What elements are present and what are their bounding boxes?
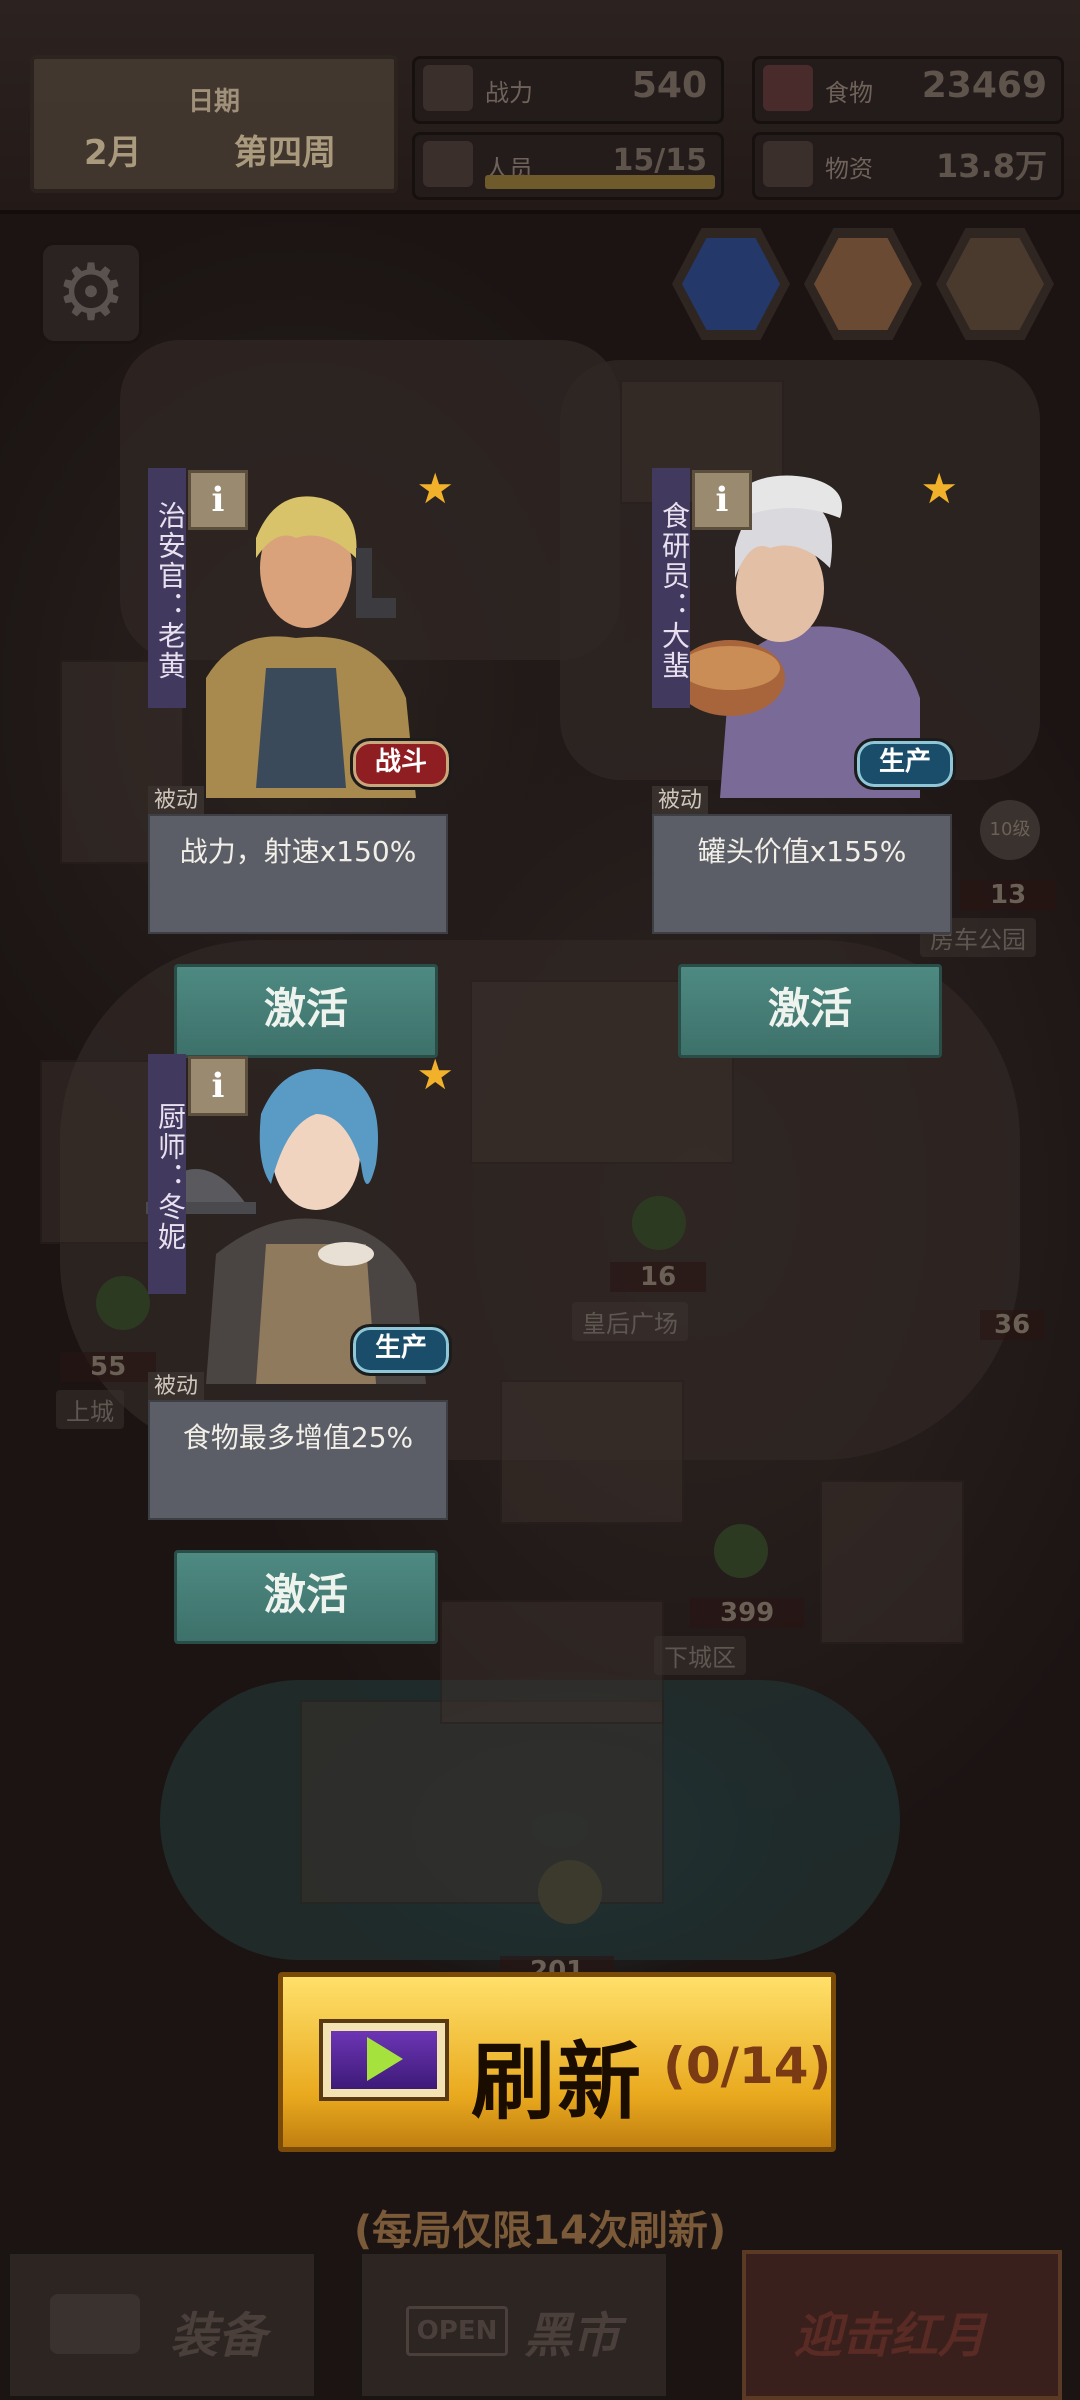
info-icon[interactable]: i	[188, 470, 248, 530]
equipment-label: 装备	[170, 2308, 267, 2364]
week-value: 第四周	[234, 133, 336, 173]
activate-button[interactable]: 激活	[174, 964, 438, 1058]
hero-name: 食研员：大蜚	[652, 468, 691, 708]
person-icon	[423, 141, 473, 187]
flag-icon[interactable]	[538, 1860, 602, 1924]
settings-gear-icon[interactable]: ⚙	[40, 242, 142, 344]
skill-description: 战力，射速x150%	[148, 814, 448, 934]
refresh-label: 刷新	[471, 2033, 644, 2131]
refresh-limit-note: (每局仅限14次刷新)	[353, 2208, 727, 2254]
month-value: 2月	[84, 133, 142, 173]
date-panel: 日期 2月 第四周	[30, 55, 398, 193]
combat-icon	[423, 65, 473, 111]
skill-description: 罐头价值x155%	[652, 814, 952, 934]
hero-name: 治安官：老黄	[148, 468, 187, 708]
red-moon-label: 迎击红月	[794, 2308, 987, 2364]
supplies-icon	[763, 141, 813, 187]
top-status-bar: 日期 2月 第四周 战力 540 食物 23469 人员 15/15 物资 13…	[0, 0, 1080, 214]
refresh-count: (0/14)	[663, 2037, 832, 2095]
passive-label: 被动	[148, 786, 205, 816]
black-market-label: 黑市	[524, 2308, 621, 2364]
activate-button[interactable]: 激活	[678, 964, 942, 1058]
map-count-queens-plaza: 16	[610, 1262, 707, 1292]
meat-icon	[763, 65, 813, 111]
star-icon: ★	[920, 464, 958, 513]
info-icon[interactable]: i	[188, 1056, 248, 1116]
info-icon[interactable]: i	[692, 470, 752, 530]
food-value: 23469	[921, 65, 1047, 106]
map-count-rv-park: 13	[960, 880, 1057, 910]
date-label: 日期	[187, 87, 240, 117]
zombie-icon[interactable]	[96, 1276, 150, 1330]
red-moon-button[interactable]: 迎击红月	[742, 2250, 1062, 2400]
food-label: 食物	[825, 79, 873, 107]
food-stat: 食物 23469	[752, 56, 1064, 124]
passive-label: 被动	[148, 1372, 205, 1402]
open-sign-icon: OPEN	[406, 2306, 508, 2356]
passive-label: 被动	[652, 786, 709, 816]
equipment-button[interactable]: 装备	[6, 2250, 318, 2400]
staff-value: 15/15	[612, 143, 707, 178]
hero-card: 食研员：大蜚 i ★ 生产 被动 罐头价值x155% 激活	[650, 464, 960, 1068]
map-count-east: 36	[980, 1310, 1045, 1340]
supplies-stat: 物资 13.8万	[752, 132, 1064, 200]
production-tag-badge: 生产	[854, 738, 956, 790]
star-icon: ★	[416, 1050, 454, 1099]
activate-button[interactable]: 激活	[174, 1550, 438, 1644]
combat-stat: 战力 540	[412, 56, 724, 124]
flag-badge[interactable]: 10级	[980, 800, 1040, 860]
combat-label: 战力	[485, 79, 533, 107]
combat-tag-badge: 战斗	[350, 738, 452, 790]
map-label-queens-plaza[interactable]: 皇后广场	[572, 1302, 688, 1341]
map-label-lower-city[interactable]: 下城区	[654, 1636, 746, 1675]
combat-value: 540	[631, 65, 707, 106]
map-label-upper-city[interactable]: 上城	[56, 1390, 124, 1429]
staff-stat: 人员 15/15	[412, 132, 724, 200]
video-play-icon	[319, 2019, 449, 2101]
map-count-upper-city: 55	[60, 1352, 157, 1382]
black-market-button[interactable]: OPEN 黑市	[358, 2250, 670, 2400]
zombie-icon[interactable]	[632, 1196, 686, 1250]
hero-card: 治安官：老黄 i ★ 战斗 被动 战力，射速x150% 激活	[146, 464, 456, 1068]
hero-name: 厨师：冬妮	[148, 1054, 187, 1294]
hero-card: 厨师：冬妮 i ★ 生产 被动 食物最多增值25% 激活	[140, 1050, 456, 1654]
production-tag-badge: 生产	[350, 1324, 452, 1376]
map-count-lower-city: 399	[690, 1598, 805, 1628]
staff-progress-bar	[485, 175, 715, 189]
zombie-icon[interactable]	[714, 1524, 768, 1578]
supplies-value: 13.8万	[936, 147, 1047, 185]
skill-description: 食物最多增值25%	[148, 1400, 448, 1520]
star-icon: ★	[416, 464, 454, 513]
gun-icon	[50, 2294, 140, 2354]
refresh-button[interactable]: 刷新 (0/14)	[278, 1972, 836, 2152]
supplies-label: 物资	[825, 155, 873, 183]
